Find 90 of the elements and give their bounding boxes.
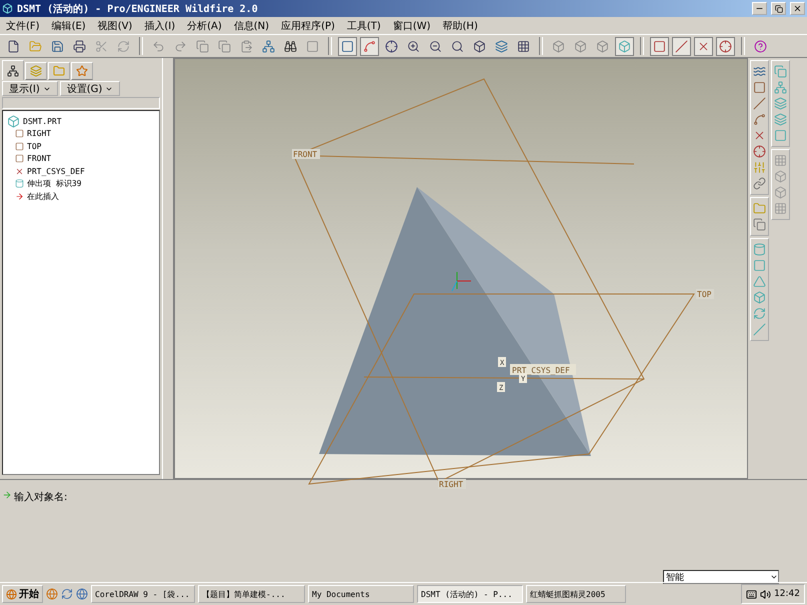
caret-icon: [770, 573, 778, 581]
browser-icon: [46, 588, 58, 600]
printer-icon: [73, 40, 86, 52]
tree-icon: [7, 64, 19, 76]
refresh-icon: [117, 40, 130, 52]
nodes-icon: [262, 40, 275, 52]
axis-icon: [752, 97, 766, 110]
taskbar-button[interactable]: 【题目】简单建模-...: [198, 585, 305, 603]
axis-display-button[interactable]: [672, 36, 691, 56]
scissors-icon: [95, 40, 108, 52]
taskbar-button[interactable]: DSMT (活动的) - P...: [417, 585, 523, 603]
open-folder-icon: [29, 40, 42, 52]
menu-item[interactable]: 分析(A): [187, 18, 222, 32]
menu-item[interactable]: 视图(V): [98, 18, 132, 32]
menu-item[interactable]: 应用程序(P): [281, 18, 335, 32]
menu-item[interactable]: 窗口(W): [392, 18, 431, 32]
link-icon: [752, 177, 766, 190]
start-button[interactable]: 开始: [2, 585, 43, 603]
close-icon: [793, 4, 802, 13]
minimize-button[interactable]: [752, 2, 767, 15]
panel-tab[interactable]: [2, 60, 24, 80]
redo-icon: [174, 40, 187, 52]
menu-item[interactable]: 插入(I): [144, 18, 176, 32]
restore-button[interactable]: [771, 2, 786, 15]
arrow-icon: [2, 490, 12, 500]
restore-icon: [774, 4, 782, 12]
part-icon: [7, 114, 20, 128]
plane-label: TOP: [696, 289, 714, 299]
tree-item[interactable]: PRT_CSYS_DEF: [27, 166, 85, 176]
undo-icon: [152, 40, 165, 52]
folder-icon: [752, 202, 766, 215]
cube-icon: [2, 3, 13, 14]
tree-item[interactable]: TOP: [27, 142, 42, 151]
view-window-icon: [341, 40, 354, 52]
tree-item[interactable]: DSMT.PRT: [23, 116, 62, 126]
tree-item[interactable]: RIGHT: [27, 129, 52, 138]
zoom-fit-icon: [451, 40, 464, 52]
keyboard-icon: [746, 588, 758, 600]
new-file-icon: [7, 40, 20, 52]
csys-icon: [752, 145, 766, 158]
zoom-out-icon: [429, 40, 442, 52]
plane-label: FRONT: [292, 149, 320, 159]
copy-icon: [774, 65, 786, 78]
copy-icon: [218, 40, 231, 52]
close-button[interactable]: [790, 2, 805, 15]
taskbar-button[interactable]: 红蜻蜓抓图精灵2005: [526, 585, 626, 603]
menu-item[interactable]: 信息(N): [234, 18, 270, 32]
input-method-field[interactable]: 智能: [663, 570, 779, 584]
refresh-icon: [61, 588, 73, 600]
panel-menu[interactable]: 设置(G): [60, 81, 120, 96]
paste-icon: [240, 40, 253, 52]
globe-icon: [76, 588, 88, 600]
panel-menu[interactable]: 显示(I): [2, 81, 58, 96]
taskbar-button[interactable]: CorelDRAW 9 - [袋...: [91, 585, 195, 603]
star-icon: [76, 65, 88, 77]
shading-button[interactable]: [615, 36, 634, 56]
binoculars-icon: [284, 40, 297, 52]
grid-icon: [774, 202, 786, 215]
message-prompt: 输入对象名:: [14, 490, 68, 504]
curve-icon: [752, 113, 766, 126]
axis-display-icon: [675, 40, 688, 52]
menu-item[interactable]: 帮助(H): [442, 18, 478, 32]
layers-icon: [495, 40, 508, 52]
menu-item[interactable]: 文件(F): [6, 18, 40, 32]
folder-icon: [53, 65, 65, 77]
tree-item[interactable]: 在此插入: [27, 190, 59, 202]
tree-item[interactable]: FRONT: [27, 154, 52, 164]
shading-icon: [618, 40, 631, 52]
speaker-icon: [760, 588, 772, 600]
zoom-in-icon: [407, 40, 420, 52]
window-title: DSMT (活动的) - Pro/ENGINEER Wildfire 2.0: [17, 2, 259, 16]
copy-icon: [196, 40, 209, 52]
save-icon: [51, 40, 64, 52]
plane-label: RIGHT: [438, 479, 466, 489]
csys-label: PRT_CSYS_DEF: [510, 364, 576, 375]
select-box-icon: [306, 40, 319, 52]
panel-splitter[interactable]: [162, 58, 174, 479]
arrow-icon: [15, 192, 24, 201]
layers-icon: [30, 65, 42, 77]
clock: 12:42: [774, 589, 800, 599]
view-window-button[interactable]: [338, 36, 357, 56]
taskbar-button[interactable]: My Documents: [308, 585, 414, 603]
menu-item[interactable]: 工具(T): [346, 18, 381, 32]
filter-field[interactable]: [2, 97, 160, 109]
tree-item[interactable]: 伸出项 标识39: [27, 178, 82, 190]
menu-item[interactable]: 编辑(E): [52, 18, 86, 32]
globe-icon: [6, 588, 17, 600]
csys-icon: [15, 166, 24, 176]
plane-icon: [752, 81, 766, 94]
copy-icon: [752, 218, 766, 231]
